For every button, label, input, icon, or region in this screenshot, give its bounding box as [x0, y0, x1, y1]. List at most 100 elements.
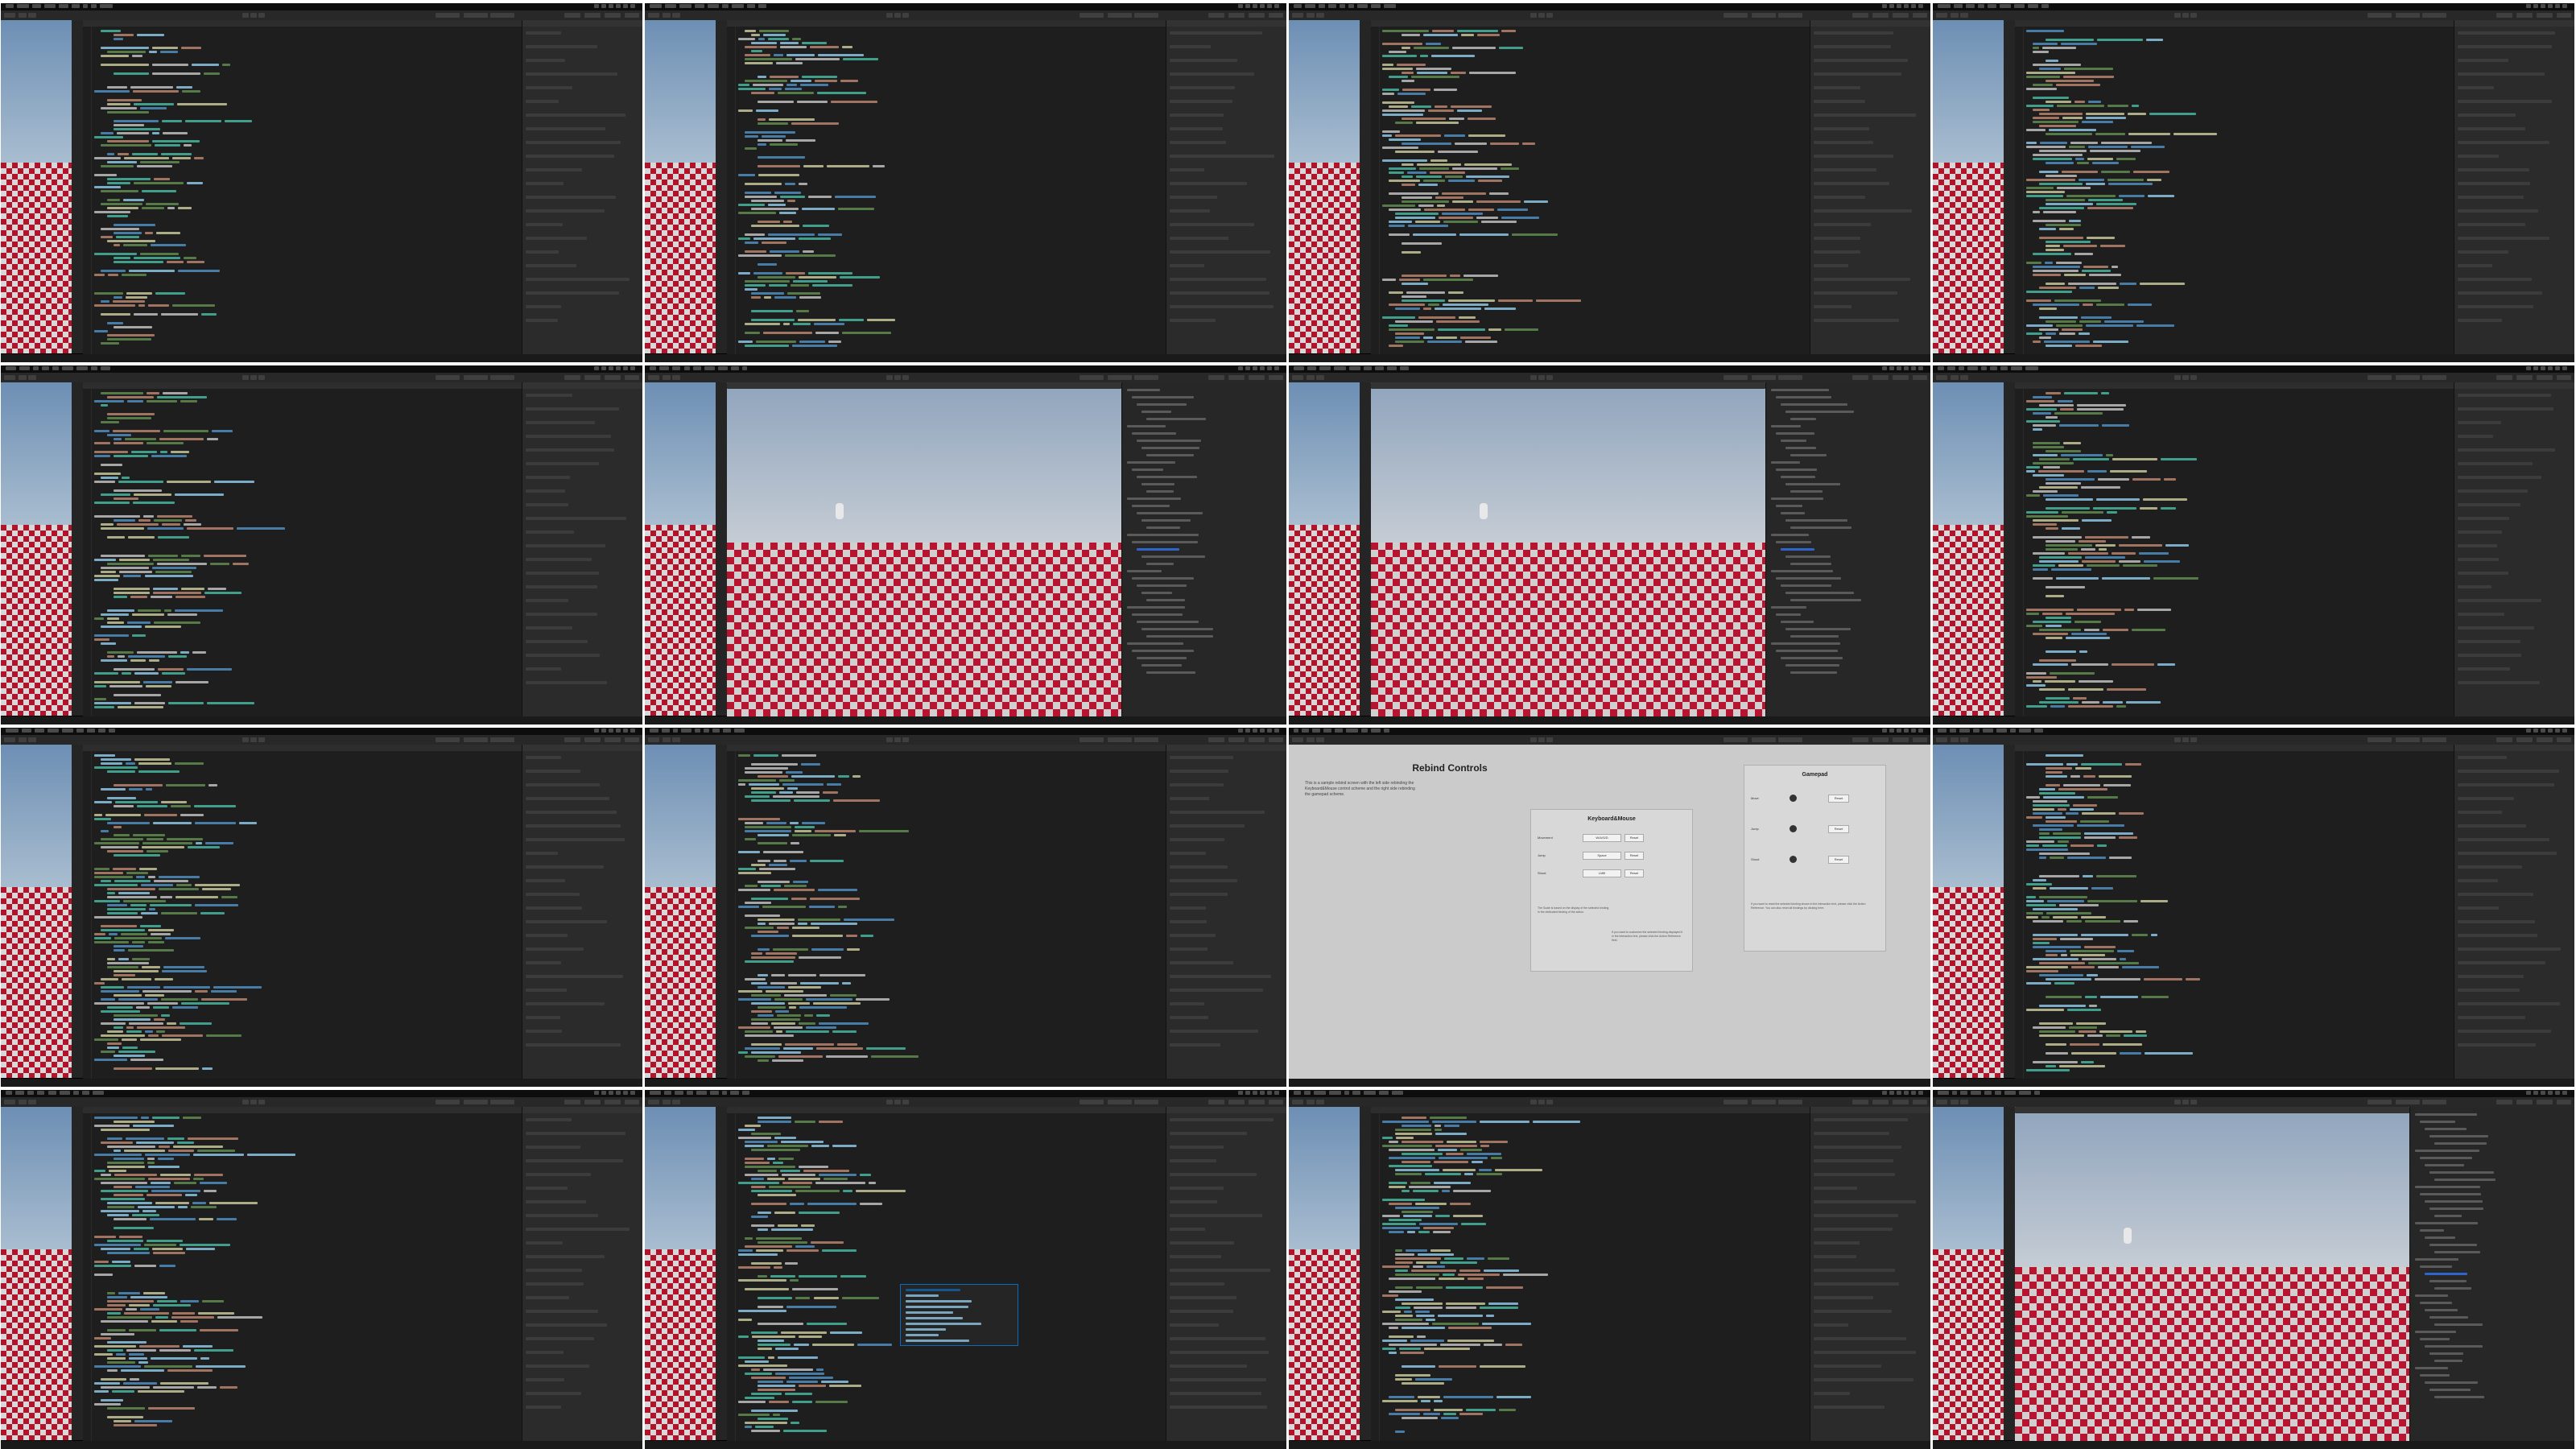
- toolbar-button[interactable]: [4, 1100, 15, 1104]
- menu-item[interactable]: [34, 729, 45, 733]
- toolbar-button[interactable]: [2190, 375, 2197, 380]
- project-tree-item[interactable]: [2434, 1142, 2487, 1145]
- status-icon[interactable]: [601, 729, 606, 733]
- code-editor[interactable]: [727, 745, 1166, 1079]
- toolbar-button[interactable]: [1208, 1100, 1224, 1104]
- inspector-field[interactable]: [526, 626, 572, 630]
- menu-item[interactable]: [1363, 1091, 1376, 1095]
- status-icon[interactable]: [594, 729, 599, 733]
- menu-item[interactable]: [1294, 366, 1305, 370]
- project-tree-item[interactable]: [2425, 1309, 2458, 1311]
- inspector-field[interactable]: [2458, 517, 2510, 520]
- toolbar-button[interactable]: [2516, 1100, 2533, 1104]
- toolbar-button[interactable]: [1960, 737, 1968, 742]
- toolbar-button[interactable]: [2182, 13, 2189, 18]
- menu-item[interactable]: [98, 729, 105, 733]
- inspector-field[interactable]: [2458, 223, 2526, 226]
- menu-item[interactable]: [1938, 729, 1947, 733]
- menu-item[interactable]: [44, 4, 56, 8]
- inspector-field[interactable]: [1814, 1200, 1916, 1203]
- toolbar-button[interactable]: [605, 375, 621, 380]
- menu-item[interactable]: [1319, 366, 1331, 370]
- toolbar-button[interactable]: [564, 737, 580, 742]
- menu-item[interactable]: [679, 4, 691, 8]
- toolbar-button[interactable]: [2396, 13, 2420, 18]
- toolbar-button[interactable]: [2396, 737, 2420, 742]
- inspector-field[interactable]: [2458, 394, 2551, 397]
- toolbar-button[interactable]: [1307, 737, 1315, 742]
- inspector-field[interactable]: [526, 865, 605, 869]
- menu-item[interactable]: [1952, 1091, 1958, 1095]
- menu-item[interactable]: [1339, 4, 1346, 8]
- menu-item[interactable]: [694, 4, 704, 8]
- project-tree-item[interactable]: [1781, 512, 1806, 514]
- toolbar-button[interactable]: [605, 13, 621, 18]
- project-tree-item[interactable]: [1790, 599, 1861, 601]
- toolbar-button[interactable]: [648, 1100, 659, 1104]
- menu-item[interactable]: [2033, 1091, 2041, 1095]
- inspector-field[interactable]: [1814, 1159, 1894, 1162]
- menu-item[interactable]: [683, 366, 690, 370]
- toolbar-button[interactable]: [2190, 737, 2197, 742]
- toolbar-button[interactable]: [2557, 375, 2571, 380]
- project-tree-item[interactable]: [2429, 1352, 2463, 1355]
- toolbar-button[interactable]: [1852, 375, 1868, 380]
- menu-item[interactable]: [717, 366, 728, 370]
- toolbar-button[interactable]: [1893, 375, 1909, 380]
- status-icon[interactable]: [1882, 1091, 1887, 1095]
- inspector-field[interactable]: [1170, 31, 1262, 35]
- toolbar-button[interactable]: [1724, 375, 1748, 380]
- status-icon[interactable]: [623, 4, 628, 8]
- status-icon[interactable]: [1274, 1091, 1279, 1095]
- toolbar-button[interactable]: [2496, 737, 2512, 742]
- status-icon[interactable]: [1911, 4, 1916, 8]
- status-icon[interactable]: [2533, 729, 2538, 733]
- inspector-field[interactable]: [526, 59, 566, 62]
- inspector-field[interactable]: [526, 783, 601, 786]
- project-tree-item[interactable]: [1141, 447, 1199, 449]
- project-tree-item[interactable]: [1785, 483, 1840, 485]
- toolbar-button[interactable]: [258, 737, 265, 742]
- inspector-field[interactable]: [1170, 250, 1270, 254]
- toolbar-button[interactable]: [2368, 375, 2392, 380]
- status-icon[interactable]: [1274, 366, 1279, 370]
- menu-item[interactable]: [650, 366, 657, 370]
- inspector-field[interactable]: [2458, 961, 2545, 964]
- inspector-field[interactable]: [1170, 223, 1254, 226]
- inspector-field[interactable]: [2458, 100, 2553, 103]
- menu-item[interactable]: [1375, 366, 1385, 370]
- menu-item[interactable]: [1371, 4, 1381, 8]
- scene-view[interactable]: [1289, 20, 1360, 360]
- inspector-field[interactable]: [1814, 1187, 1857, 1190]
- menu-item[interactable]: [730, 1091, 740, 1095]
- inspector-field[interactable]: [1170, 72, 1254, 76]
- toolbar-button[interactable]: [2496, 375, 2512, 380]
- editor-tabs[interactable]: [727, 20, 1166, 27]
- status-icon[interactable]: [1882, 729, 1887, 733]
- binding-button[interactable]: LMB: [1583, 869, 1621, 877]
- project-tree-item[interactable]: [2425, 1200, 2483, 1203]
- inspector-field[interactable]: [526, 1146, 581, 1149]
- menu-item[interactable]: [722, 729, 731, 733]
- inspector-field[interactable]: [526, 182, 564, 185]
- status-icon[interactable]: [1904, 366, 1909, 370]
- menu-item[interactable]: [1294, 729, 1299, 733]
- reset-button[interactable]: Reset: [1828, 856, 1849, 864]
- project-tree-item[interactable]: [1137, 548, 1179, 551]
- inspector-field[interactable]: [1170, 155, 1274, 158]
- inspector-field[interactable]: [2458, 182, 2531, 185]
- toolbar-button[interactable]: [2537, 13, 2553, 18]
- toolbar-button[interactable]: [258, 1100, 265, 1104]
- status-icon[interactable]: [1889, 1091, 1894, 1095]
- project-tree-item[interactable]: [1127, 534, 1199, 536]
- toolbar-button[interactable]: [605, 1100, 621, 1104]
- project-tree-item[interactable]: [2434, 1360, 2463, 1362]
- status-icon[interactable]: [630, 366, 635, 370]
- status-icon[interactable]: [1267, 1091, 1272, 1095]
- menu-item[interactable]: [90, 4, 97, 8]
- toolbar-button[interactable]: [2174, 737, 2181, 742]
- inspector-field[interactable]: [526, 45, 597, 48]
- inspector-field[interactable]: [526, 1016, 560, 1019]
- inspector-field[interactable]: [526, 667, 561, 671]
- status-icon[interactable]: [1904, 1091, 1909, 1095]
